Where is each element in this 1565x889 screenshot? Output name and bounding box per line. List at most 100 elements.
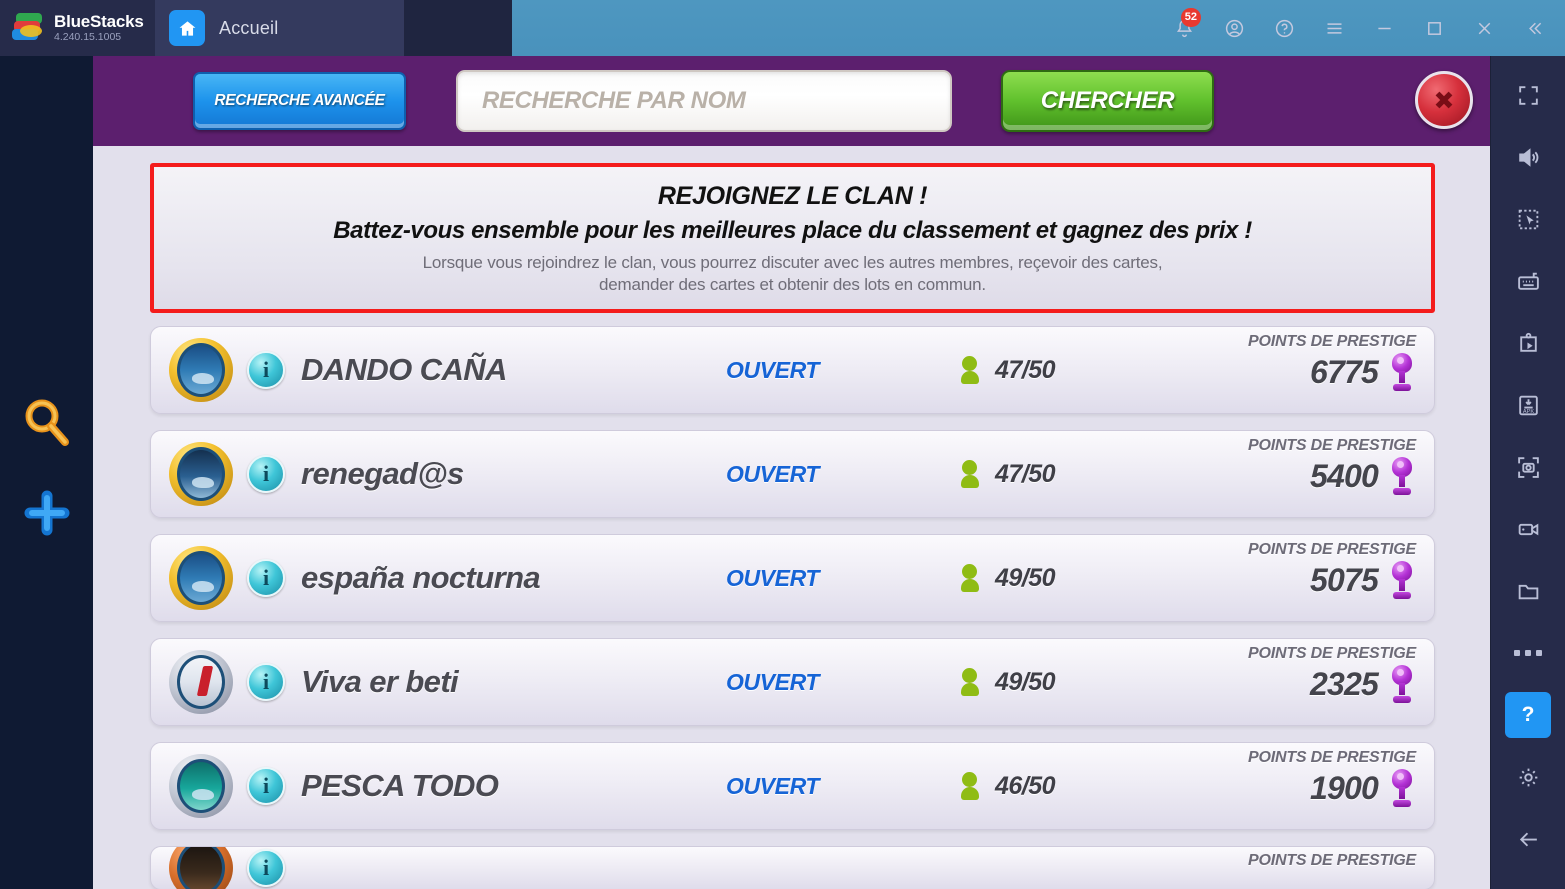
clan-crest-icon [169,546,233,610]
clan-info-button[interactable]: i [247,559,285,597]
clan-list: i DANDO CAÑA OUVERT 47/50 POINTS DE PRES… [150,326,1435,889]
banner-title: REJOIGNEZ LE CLAN ! [657,181,928,210]
clan-status: OUVERT [726,772,820,799]
minimize-icon[interactable] [1361,0,1407,56]
table-row[interactable]: i Viva er beti OUVERT 49/50 POINTS DE PR… [150,638,1435,726]
clan-status: OUVERT [726,460,820,487]
clan-name: PESCA TODO [301,768,499,803]
table-row[interactable]: i PESCA TODO OUVERT 46/50 POINTS DE PRES… [150,742,1435,830]
member-count: 47/50 [995,459,1056,488]
brand-version: 4.240.15.1005 [54,30,122,43]
brand-name: BlueStacks [54,12,144,32]
bluestacks-sidebar: APK ? [1490,56,1565,889]
advanced-search-label: RECHERCHE AVANCÉE [214,92,385,109]
tab-accueil[interactable]: Accueil [155,0,405,56]
prestige-label: POINTS DE PRESTIGE [1248,437,1416,454]
trophy-icon [1388,769,1416,807]
maximize-icon[interactable] [1411,0,1457,56]
table-row[interactable]: i españa nocturna OUVERT 49/50 POINTS DE… [150,534,1435,622]
tab-bar: Accueil Fishing Clash [155,0,1565,501]
close-icon [1435,91,1453,109]
clan-info-button[interactable]: i [247,455,285,493]
clan-info-button[interactable]: i [247,351,285,389]
notifications-icon[interactable]: 52 [1161,0,1207,56]
prestige-label: POINTS DE PRESTIGE [1248,852,1416,869]
trophy-icon [1388,353,1416,391]
back-arrow-icon[interactable] [1505,816,1551,862]
clan-status: OUVERT [726,668,820,695]
member-icon [961,356,979,384]
close-panel-button[interactable] [1415,71,1473,129]
clan-prestige: POINTS DE PRESTIGE 6775 [1166,333,1416,391]
clan-prestige: POINTS DE PRESTIGE 5075 [1166,541,1416,599]
clan-prestige: POINTS DE PRESTIGE 2325 [1166,645,1416,703]
banner-body-line2: demander des cartes et obtenir des lots … [599,274,986,294]
volume-icon[interactable] [1505,134,1551,180]
prestige-label: POINTS DE PRESTIGE [1248,333,1416,350]
create-clan-icon[interactable] [20,486,74,540]
clan-name: renegad@s [301,456,464,491]
tab-accueil-label: Accueil [219,17,279,38]
prestige-value: 5075 [1310,561,1379,598]
member-count: 49/50 [995,667,1056,696]
account-icon[interactable] [1211,0,1257,56]
clan-members: 49/50 [961,667,1056,697]
settings-gear-icon[interactable] [1505,754,1551,800]
search-button[interactable]: CHERCHER [1001,70,1214,132]
help-glyph: ? [1521,703,1535,726]
clan-crest-icon [169,338,233,402]
member-icon [961,564,979,592]
bluestacks-brand: BlueStacks 4.240.15.1005 [0,0,155,56]
clan-crest-icon [169,754,233,818]
more-options-icon[interactable] [1505,630,1551,676]
clan-crest-icon [169,650,233,714]
help-icon[interactable]: ? [1505,692,1551,738]
join-clan-banner: REJOIGNEZ LE CLAN ! Battez-vous ensemble… [150,163,1435,313]
prestige-label: POINTS DE PRESTIGE [1248,645,1416,662]
help-icon[interactable] [1261,0,1307,56]
member-count: 47/50 [995,355,1056,384]
install-apk-icon[interactable]: APK [1505,382,1551,428]
clan-name: Viva er beti [301,664,459,699]
keyboard-controls-icon[interactable] [1505,258,1551,304]
macro-script-icon[interactable] [1505,320,1551,366]
table-row[interactable]: i DANDO CAÑA OUVERT 47/50 POINTS DE PRES… [150,326,1435,414]
clan-info-button[interactable]: i [247,663,285,701]
member-icon [961,772,979,800]
clan-name: DANDO CAÑA [301,352,507,387]
screenshot-icon[interactable] [1505,444,1551,490]
menu-icon[interactable] [1311,0,1357,56]
bluestacks-window: BlueStacks 4.240.15.1005 Accueil Fishing… [0,0,1565,889]
member-count: 46/50 [995,771,1056,800]
clan-info-button[interactable]: i [247,767,285,805]
search-input[interactable] [482,87,904,115]
multi-instance-icon[interactable] [1505,196,1551,242]
table-row[interactable]: i renegad@s OUVERT 47/50 POINTS DE PREST… [150,430,1435,518]
game-viewport: RECHERCHE AVANCÉE CHERCHER REJOIGNEZ LE … [93,56,1490,889]
clan-members: 49/50 [961,563,1056,593]
advanced-search-button[interactable]: RECHERCHE AVANCÉE [193,72,406,130]
prestige-label: POINTS DE PRESTIGE [1248,749,1416,766]
collapse-icon[interactable] [1511,0,1557,56]
clan-members: 46/50 [961,771,1056,801]
member-count: 49/50 [995,563,1056,592]
search-by-name-field[interactable] [456,70,952,132]
record-video-icon[interactable] [1505,506,1551,552]
clan-members: 47/50 [961,355,1056,385]
title-bar: BlueStacks 4.240.15.1005 Accueil Fishing… [0,0,1565,501]
trophy-icon [1388,561,1416,599]
clan-name: españa nocturna [301,560,541,595]
clan-search-header: RECHERCHE AVANCÉE CHERCHER [93,56,1490,146]
search-clan-icon[interactable] [20,396,74,450]
media-folder-icon[interactable] [1505,568,1551,614]
table-row[interactable]: i POINTS DE PRESTIGE [150,846,1435,889]
prestige-label: POINTS DE PRESTIGE [1248,541,1416,558]
prestige-value: 2325 [1310,665,1379,702]
clan-info-button[interactable]: i [247,849,285,887]
tab-fishing-clash[interactable]: Fishing Clash [405,0,1565,501]
banner-body-line1: Lorsque vous rejoindrez le clan, vous po… [422,252,1163,272]
close-icon[interactable] [1461,0,1507,56]
game-left-rail [0,56,93,889]
fullscreen-icon[interactable] [1505,72,1551,118]
clan-prestige: POINTS DE PRESTIGE 5400 [1166,437,1416,495]
